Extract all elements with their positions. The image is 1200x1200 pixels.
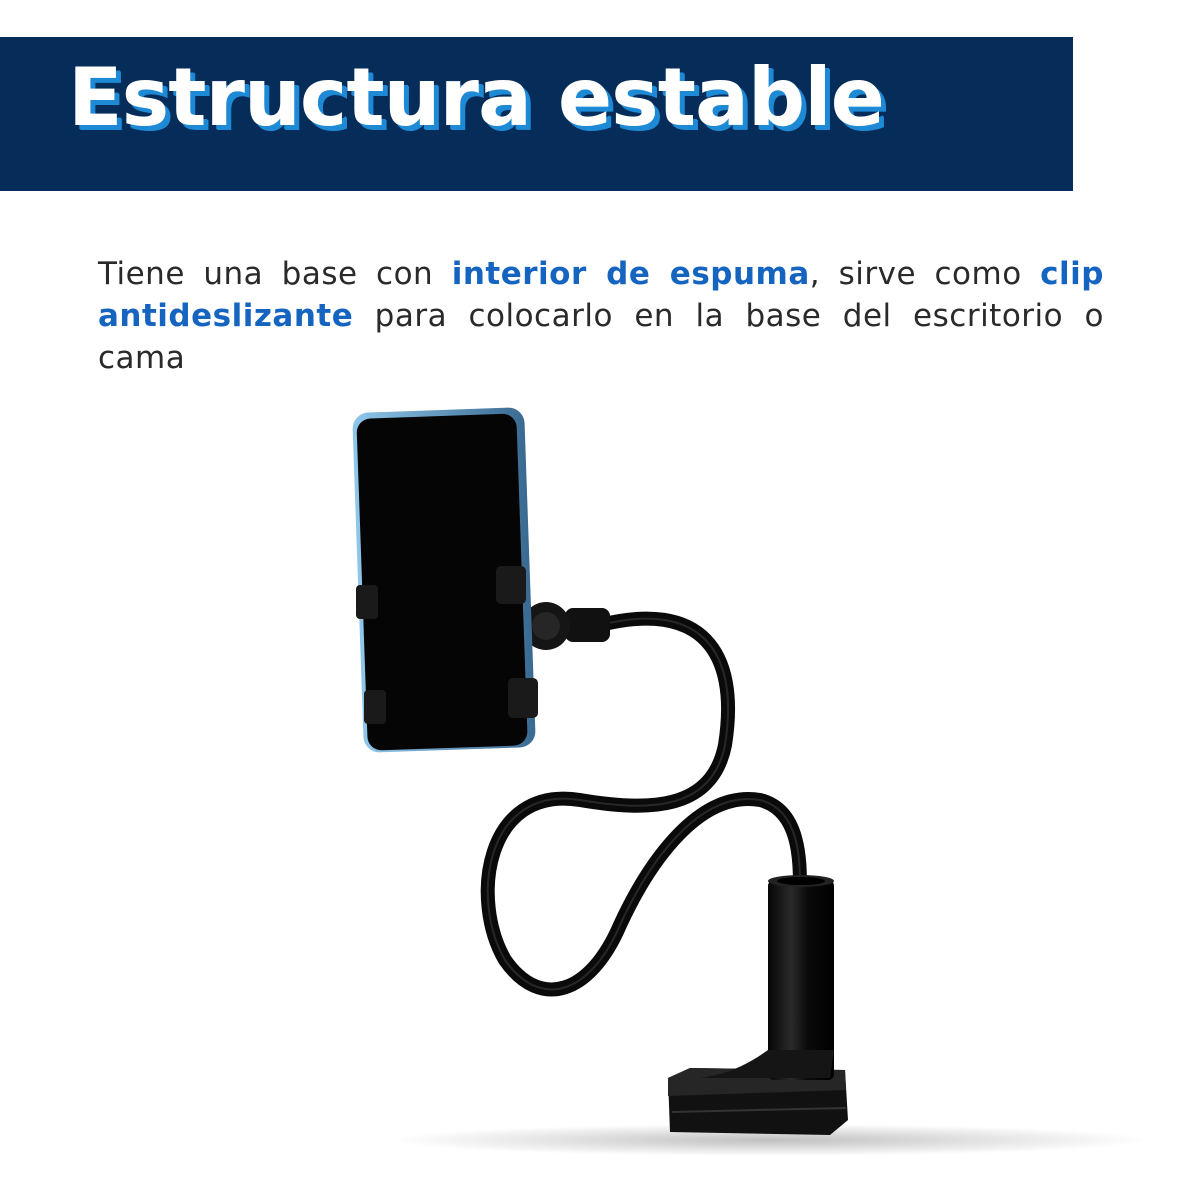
product-description: Tiene una base con interior de espuma, s… bbox=[98, 253, 1104, 379]
holder-clip-top-right bbox=[496, 566, 526, 604]
holder-clip-bottom-left bbox=[364, 690, 386, 724]
swivel-joint bbox=[565, 608, 610, 642]
phone-holder-image bbox=[352, 407, 1150, 1156]
holder-clip-bottom-right bbox=[508, 678, 538, 718]
description-text-1: Tiene una base con bbox=[98, 256, 452, 292]
description-text-2: , sirve como bbox=[809, 256, 1041, 292]
description-highlight-foam: interior de espuma bbox=[451, 256, 810, 292]
holder-clip-top-left bbox=[356, 585, 378, 619]
page-title: Estructura estable bbox=[68, 51, 885, 144]
